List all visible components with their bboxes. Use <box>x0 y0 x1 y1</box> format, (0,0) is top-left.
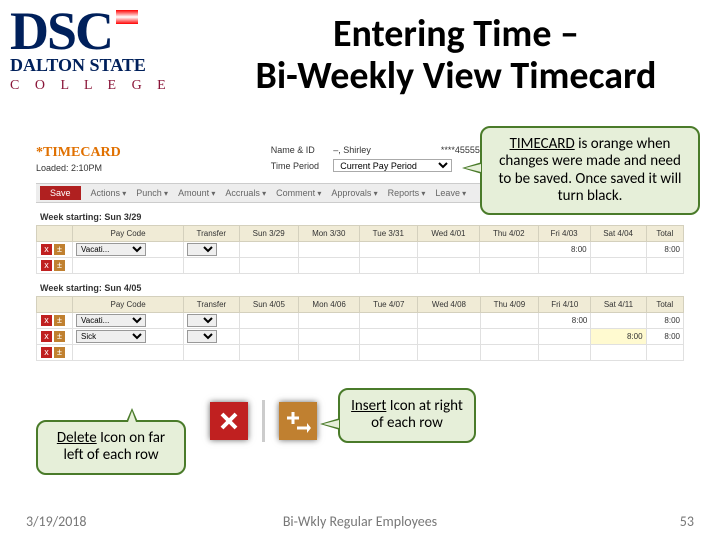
separator-icon <box>262 400 265 442</box>
callout-tail-icon <box>126 408 138 422</box>
delete-row-icon[interactable]: x <box>41 244 52 255</box>
week2-label: Week starting: Sun 4/05 <box>36 280 684 296</box>
college-logo: DSC DALTON STATE C O L L E G E <box>10 10 186 94</box>
menu-comment[interactable]: Comment <box>276 188 321 198</box>
menu-approvals[interactable]: Approvals <box>331 188 377 198</box>
callout-timecard-orange: TIMECARD is orange when changes were mad… <box>480 126 700 215</box>
menu-accruals[interactable]: Accruals <box>225 188 266 198</box>
logo-dsc: DSC <box>10 10 186 53</box>
footer-center: Bi-Wkly Regular Employees <box>0 513 720 530</box>
week2-grid: Pay Code Transfer Sun 4/05 Mon 4/06 Tue … <box>36 296 684 361</box>
table-row: x± Sick 8:00 8:00 <box>37 329 684 345</box>
insert-row-icon[interactable]: ± <box>54 260 65 271</box>
delete-icon-large <box>210 402 248 440</box>
col-transfer: Transfer <box>184 226 240 242</box>
footer-page-number: 53 <box>680 513 694 530</box>
logo-dalton-state: DALTON STATE <box>10 55 186 76</box>
slide-title: Entering Time –Bi-Weekly View Timecard <box>196 14 716 98</box>
paycode-select[interactable]: Sick <box>76 330 146 343</box>
table-row: x± Vacati... 8:00 8:00 <box>37 313 684 329</box>
transfer-select[interactable] <box>187 330 217 343</box>
table-row: x± Vacati... 8:00 8:00 <box>37 242 684 258</box>
paycode-select[interactable]: Vacati... <box>76 243 146 256</box>
paycode-select[interactable]: Vacati... <box>76 314 146 327</box>
time-period-label: Time Period <box>271 161 331 171</box>
flag-icon <box>116 10 138 24</box>
callout-delete: Delete Icon on far left of each row <box>36 420 186 475</box>
col-paycode: Pay Code <box>73 226 184 242</box>
insert-icon-large <box>279 402 317 440</box>
insert-row-icon[interactable]: ± <box>54 244 65 255</box>
insert-row-icon[interactable]: ± <box>54 331 65 342</box>
transfer-select[interactable] <box>187 243 217 256</box>
delete-row-icon[interactable]: x <box>41 331 52 342</box>
delete-row-icon[interactable]: x <box>41 347 52 358</box>
logo-college: C O L L E G E <box>10 78 186 94</box>
transfer-select[interactable] <box>187 314 217 327</box>
employee-name: –, Shirley <box>333 145 433 155</box>
menu-leave[interactable]: Leave <box>435 188 466 198</box>
menu-punch[interactable]: Punch <box>136 188 168 198</box>
menu-actions[interactable]: Actions <box>91 188 127 198</box>
week1-grid: Pay Code Transfer Sun 3/29 Mon 3/30 Tue … <box>36 225 684 274</box>
menu-amount[interactable]: Amount <box>178 188 215 198</box>
save-button[interactable]: Save <box>40 186 81 200</box>
callout-insert: Insert Icon at right of each row <box>338 388 476 443</box>
timecard-heading: *TIMECARD <box>36 145 121 160</box>
callout-tail-icon <box>462 162 482 174</box>
insert-row-icon[interactable]: ± <box>54 347 65 358</box>
delete-row-icon[interactable]: x <box>41 315 52 326</box>
menu-reports[interactable]: Reports <box>388 188 426 198</box>
enlarged-row-icons <box>210 400 317 442</box>
name-id-label: Name & ID <box>271 145 331 155</box>
callout-tail-icon <box>320 418 340 430</box>
time-period-select[interactable]: Current Pay Period <box>333 159 452 172</box>
delete-row-icon[interactable]: x <box>41 260 52 271</box>
table-row: x± <box>37 345 684 361</box>
loaded-time: Loaded: 2:10PM <box>36 163 121 173</box>
insert-row-icon[interactable]: ± <box>54 315 65 326</box>
table-row: x± <box>37 258 684 274</box>
